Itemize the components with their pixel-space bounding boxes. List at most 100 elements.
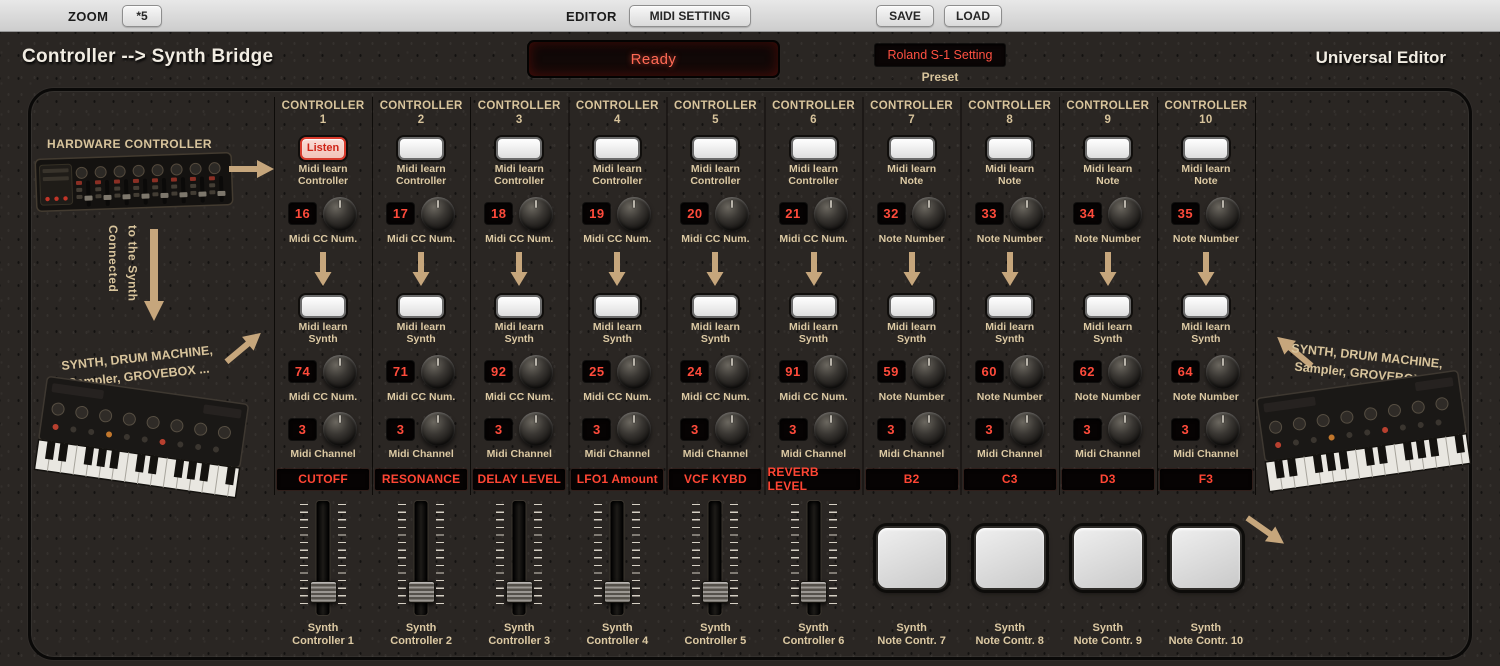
down-arrow-icon [314,251,332,286]
midi-channel-knob[interactable] [323,412,358,447]
zoom-value-button[interactable]: *5 [122,5,162,27]
midi-channel-knob[interactable] [813,412,848,447]
synth-fader[interactable] [496,500,543,615]
synth-value-knob[interactable] [1205,354,1240,389]
fader-handle[interactable] [505,580,533,603]
note-pad-button[interactable] [973,525,1046,590]
midi-learn-synth-button[interactable] [594,294,641,318]
midi-learn-controller-button[interactable] [986,136,1033,160]
midi-learn-controller-button[interactable] [398,136,445,160]
midi-channel-display: 3 [1171,418,1199,440]
midi-setting-button[interactable]: MIDI SETTING [629,5,751,27]
controller-value-knob[interactable] [1205,196,1240,231]
midi-channel-knob[interactable] [715,412,750,447]
fader-track[interactable] [701,500,729,615]
column-bottom-label: Synth Note Contr. 7 [877,621,946,648]
controller-value-display: 20 [681,203,709,225]
midi-learn-synth-button[interactable] [692,294,739,318]
controller-value-knob[interactable] [813,196,848,231]
preset-display[interactable]: Roland S-1 Setting [875,44,1005,66]
midi-channel-knob[interactable] [1009,412,1044,447]
fader-track[interactable] [800,500,828,615]
synth-fader[interactable] [300,500,347,615]
fader-track[interactable] [309,500,337,615]
controller-value-knob[interactable] [617,196,652,231]
controller-value-row: 17 [387,196,456,231]
controller-value-knob[interactable] [519,196,554,231]
midi-learn-synth-button[interactable] [888,294,935,318]
synth-fader[interactable] [594,500,641,615]
load-button[interactable]: LOAD [944,5,1002,27]
midi-channel-knob[interactable] [1107,412,1142,447]
fader-ticks [594,503,603,610]
midi-learn-controller-button[interactable] [1084,136,1131,160]
column-control-area [1059,496,1157,620]
synth-value-knob[interactable] [715,354,750,389]
midi-learn-controller-button[interactable] [888,136,935,160]
column-control-area [863,496,961,620]
arrow-right-icon [229,160,274,178]
midi-learn-synth-button[interactable] [398,294,445,318]
fader-track[interactable] [603,500,631,615]
save-button[interactable]: SAVE [876,5,934,27]
midi-learn-synth-button[interactable] [1084,294,1131,318]
column-header: CONTROLLER 1 [282,99,365,128]
column-bottom-label: Synth Controller 6 [782,621,845,648]
note-pad-button[interactable] [875,525,948,590]
midi-learn-synth-button[interactable] [300,294,347,318]
synth-value-knob[interactable] [421,354,456,389]
preset-label: Preset [921,70,959,84]
column-control-area [961,496,1059,620]
fader-track[interactable] [505,500,533,615]
controller-column: CONTROLLER 2 Midi learn Controller 17 Mi… [372,95,470,657]
synth-value-knob[interactable] [1009,354,1044,389]
fader-handle[interactable] [701,580,729,603]
midi-learn-synth-button[interactable] [790,294,837,318]
midi-learn-controller-button[interactable] [496,136,543,160]
midi-channel-display: 3 [975,418,1003,440]
note-pad-button[interactable] [1169,525,1242,590]
midi-channel-knob[interactable] [911,412,946,447]
synth-fader[interactable] [790,500,837,615]
midi-learn-controller-button[interactable] [790,136,837,160]
controller-value-knob[interactable] [1107,196,1142,231]
midi-learn-synth-button[interactable] [1182,294,1229,318]
controller-value-row: 21 [779,196,848,231]
column-control-area [470,496,568,620]
midi-channel-knob[interactable] [617,412,652,447]
midi-channel-knob[interactable] [1205,412,1240,447]
fader-handle[interactable] [800,580,828,603]
fader-handle[interactable] [309,580,337,603]
midi-learn-synth-button[interactable] [496,294,543,318]
fader-track[interactable] [407,500,435,615]
fader-handle[interactable] [407,580,435,603]
midi-channel-row: 3 [779,412,848,447]
midi-learn-controller-button[interactable] [594,136,641,160]
synth-value-knob[interactable] [911,354,946,389]
fader-handle[interactable] [603,580,631,603]
controller-value-knob[interactable] [1009,196,1044,231]
synth-value-knob[interactable] [617,354,652,389]
synth-fader[interactable] [692,500,739,615]
midi-learn-synth-button[interactable] [986,294,1033,318]
midi-channel-display: 3 [289,418,317,440]
synth-fader[interactable] [398,500,445,615]
synth-value-knob[interactable] [519,354,554,389]
synth-value-caption: Note Number [1074,390,1141,403]
synth-value-knob[interactable] [1107,354,1142,389]
synth-value-knob[interactable] [323,354,358,389]
controller-value-knob[interactable] [715,196,750,231]
controller-value-knob[interactable] [323,196,358,231]
controller-value-knob[interactable] [421,196,456,231]
column-bottom-label: Synth Controller 4 [586,621,649,648]
midi-learn-controller-button[interactable] [1182,136,1229,160]
synth-value-caption: Note Number [976,390,1043,403]
midi-channel-knob[interactable] [421,412,456,447]
note-pad-button[interactable] [1071,525,1144,590]
synth-value-knob[interactable] [813,354,848,389]
controller-value-knob[interactable] [911,196,946,231]
midi-learn-controller-button[interactable] [692,136,739,160]
midi-learn-controller-button[interactable]: Listen [300,136,347,160]
midi-channel-knob[interactable] [519,412,554,447]
controller-value-row: 19 [583,196,652,231]
